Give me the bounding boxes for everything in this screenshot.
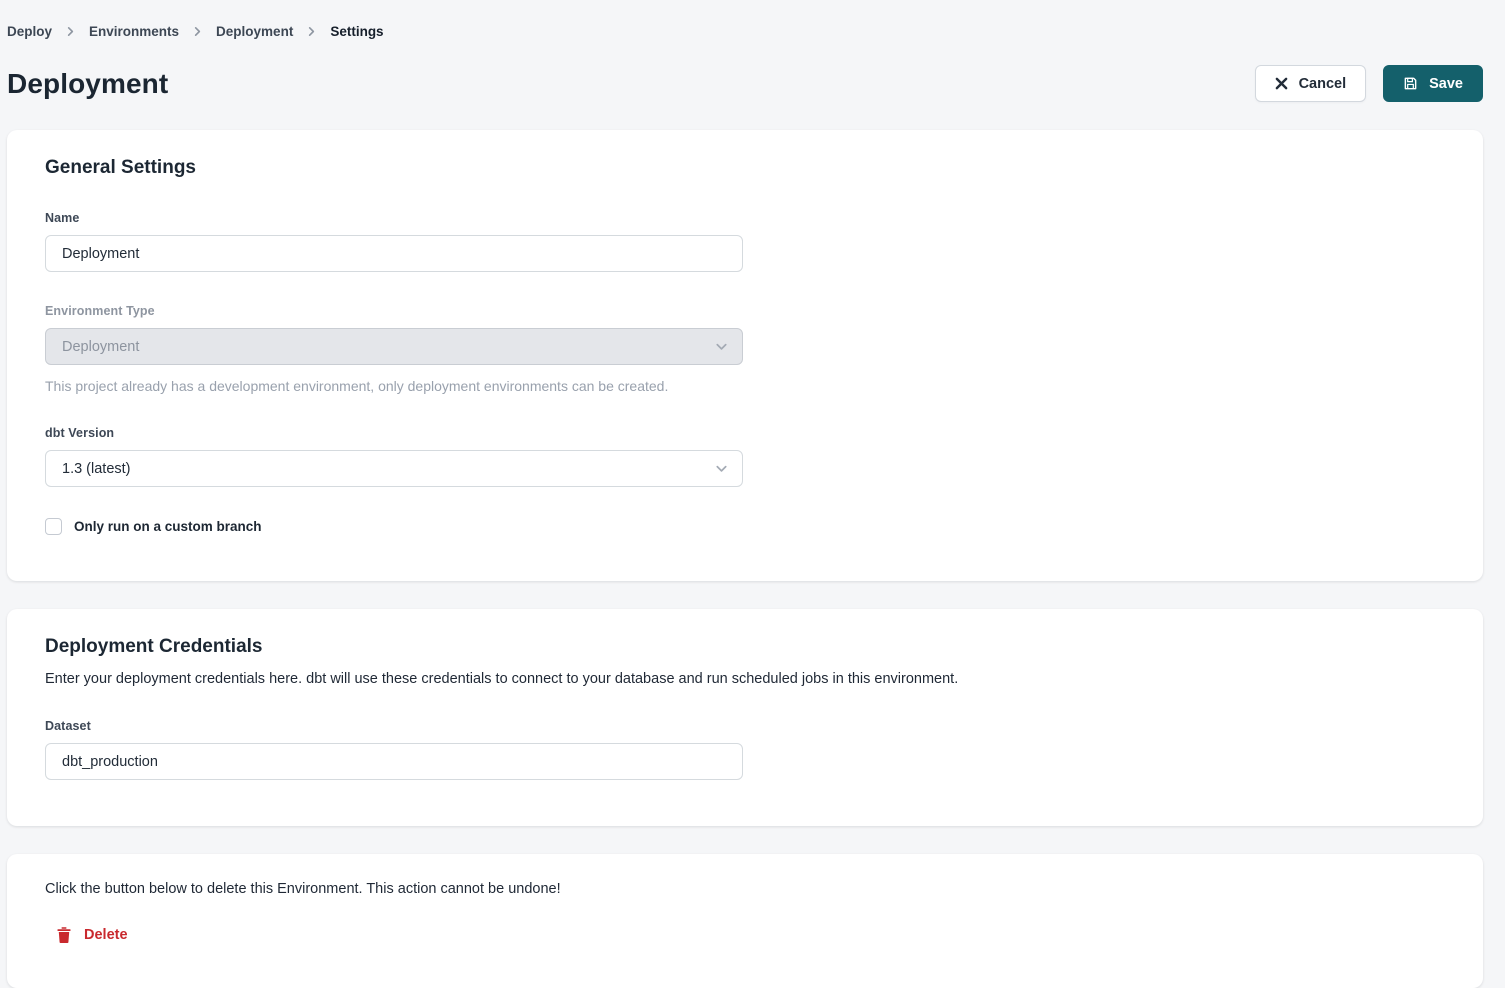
chevron-right-icon	[306, 26, 317, 37]
breadcrumb-deployment[interactable]: Deployment	[216, 24, 293, 39]
dbt-version-field-group: dbt Version 1.3 (latest)	[45, 426, 743, 487]
delete-button[interactable]: Delete	[57, 927, 128, 943]
delete-button-label: Delete	[84, 927, 128, 943]
cancel-button[interactable]: Cancel	[1255, 65, 1367, 102]
name-field-group: Name	[45, 211, 743, 272]
dbt-version-value: 1.3 (latest)	[62, 461, 131, 477]
general-settings-heading: General Settings	[45, 157, 1445, 179]
delete-warning-text: Click the button below to delete this En…	[45, 881, 1445, 897]
chevron-down-icon	[714, 461, 729, 476]
environment-type-help-text: This project already has a development e…	[45, 378, 743, 394]
dbt-version-label: dbt Version	[45, 426, 743, 440]
environment-type-select: Deployment	[45, 328, 743, 365]
deployment-credentials-description: Enter your deployment credentials here. …	[45, 671, 1445, 687]
x-icon	[1275, 77, 1288, 90]
page: Deploy Environments Deployment Settings …	[0, 0, 1505, 988]
trash-icon	[57, 927, 71, 943]
name-label: Name	[45, 211, 743, 225]
dataset-field-group: Dataset	[45, 719, 743, 780]
chevron-down-icon	[714, 339, 729, 354]
save-button[interactable]: Save	[1383, 65, 1483, 102]
breadcrumb-environments[interactable]: Environments	[89, 24, 179, 39]
chevron-right-icon	[192, 26, 203, 37]
custom-branch-checkbox-row[interactable]: Only run on a custom branch	[45, 518, 1445, 535]
dbt-version-select[interactable]: 1.3 (latest)	[45, 450, 743, 487]
custom-branch-label: Only run on a custom branch	[74, 519, 262, 534]
chevron-right-icon	[65, 26, 76, 37]
general-settings-card: General Settings Name Environment Type D…	[7, 130, 1483, 581]
page-title: Deployment	[7, 68, 168, 100]
environment-type-label: Environment Type	[45, 304, 743, 318]
cancel-button-label: Cancel	[1299, 76, 1347, 92]
environment-type-field-group: Environment Type Deployment This project…	[45, 304, 743, 394]
dataset-label: Dataset	[45, 719, 743, 733]
dataset-input[interactable]	[45, 743, 743, 780]
name-input[interactable]	[45, 235, 743, 272]
environment-type-value: Deployment	[62, 339, 139, 355]
breadcrumb-deploy[interactable]: Deploy	[7, 24, 52, 39]
header-actions: Cancel Save	[1255, 65, 1483, 102]
breadcrumb: Deploy Environments Deployment Settings	[7, 24, 1483, 39]
custom-branch-checkbox[interactable]	[45, 518, 62, 535]
deployment-credentials-heading: Deployment Credentials	[45, 636, 1445, 658]
delete-environment-card: Click the button below to delete this En…	[7, 854, 1483, 988]
save-icon	[1403, 76, 1418, 91]
page-header: Deployment Cancel Save	[7, 65, 1483, 102]
breadcrumb-settings: Settings	[330, 24, 383, 39]
deployment-credentials-card: Deployment Credentials Enter your deploy…	[7, 609, 1483, 826]
save-button-label: Save	[1429, 76, 1463, 92]
